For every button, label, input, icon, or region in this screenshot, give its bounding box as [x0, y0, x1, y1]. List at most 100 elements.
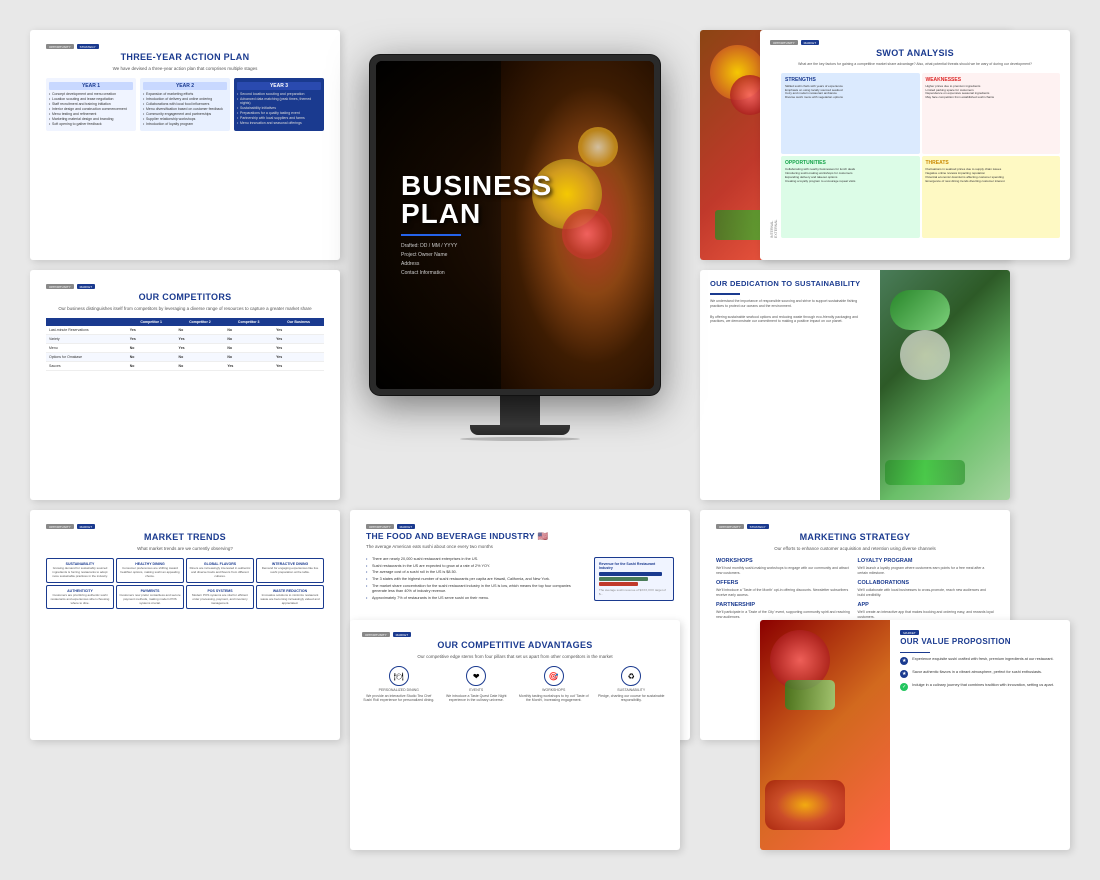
adv-label-workshops: WORKSHOPS — [542, 688, 565, 692]
industry-content: There are nearly 20,000 sushi restaurant… — [366, 557, 674, 603]
vp-item3: ✓ Indulge in a culinary journey that com… — [900, 683, 1060, 691]
marketing-text-loyalty: We'll launch a loyalty program where cus… — [858, 566, 995, 575]
row1-c2: No — [176, 326, 225, 335]
row5-us: Yes — [273, 362, 324, 371]
advantages-grid: 🍽 PERSONALIZED DINING We provide an inte… — [362, 666, 668, 702]
competitors-subtitle: Our business distinguishes itself from c… — [46, 306, 324, 312]
monitor-details: Drafted: DD / MM / YYYY Project Owner Na… — [401, 242, 552, 278]
marketing-text-workshops: We'll host monthly sushi-making workshop… — [716, 566, 853, 575]
monitor-screen-outer: BUSINESS PLAN Drafted: DD / MM / YYYY Pr… — [370, 55, 660, 395]
col-category — [46, 318, 127, 326]
adv-desc-sust: Pledge, charting our course for sustaina… — [595, 694, 669, 702]
y1-item2: Location scouting and lease negotiation — [49, 97, 133, 101]
marketing-subtitle: Our efforts to enhance customer acquisit… — [716, 546, 994, 552]
vp-title: OUR VALUE PROPOSITION — [900, 638, 1060, 647]
competitors-table: Competitor 1 Competitor 2 Competitor 3 O… — [46, 318, 324, 371]
row4-c3: No — [224, 353, 273, 362]
adv-icon-dining: 🍽 — [389, 666, 409, 686]
adv-icon-sust: ♻ — [621, 666, 641, 686]
y1-item7: Soft opening to gather feedback — [49, 122, 133, 126]
adv-desc-dining: We provide an interactive Studio Tea Che… — [362, 694, 436, 702]
marketing-title-app: APP — [858, 602, 995, 608]
y1-item3: Staff recruitment and training initiatio… — [49, 102, 133, 106]
trend-text-7: Modern POS systems are vital for efficie… — [189, 594, 251, 606]
row1-c3: No — [224, 326, 273, 335]
vp-text2: Savor authentic flavors in a vibrant atm… — [912, 670, 1042, 675]
y3-item4: Preparations for a quality tasting event — [237, 111, 321, 115]
marketing-text-collab: We'll collaborate with local businesses … — [858, 588, 995, 597]
adv-tag2: MARKET — [393, 632, 412, 637]
action-plan-grid: YEAR 1 Concept development and menu crea… — [46, 78, 324, 131]
marketing-item-collab: COLLABORATIONS We'll collaborate with lo… — [858, 580, 995, 597]
swot-opps-title: OPPORTUNITIES — [785, 160, 916, 166]
adv-desc-workshops: Monthly tasting workshops to try out 'Ta… — [517, 694, 591, 702]
monitor-title-line1: BUSINESS — [401, 172, 552, 200]
trend-global: GLOBAL FLAVORS Diners are increasingly i… — [186, 558, 254, 583]
row1-us: Yes — [273, 326, 324, 335]
tag-opportunity: OPPORTUNITY — [46, 44, 74, 49]
industry-subtitle: The average American eats sushi about on… — [366, 544, 674, 550]
swot-cells: STRENGTHS Skilled sushi chefs with years… — [781, 73, 1060, 238]
marketing-item-partner: PARTNERSHIP We'll participate in a 'Tast… — [716, 602, 853, 619]
y3-item6: Menu innovation and seasonal offerings — [237, 121, 321, 125]
adv-icon-events: ❤ — [466, 666, 486, 686]
col-c3: Competitor 3 — [224, 318, 273, 326]
revenue-box-title: Revenue for the Sushi Restaurant Industr… — [599, 562, 669, 570]
trend-text-4: Demand for engaging experiences like liv… — [259, 567, 321, 575]
monitor: BUSINESS PLAN Drafted: DD / MM / YYYY Pr… — [370, 55, 670, 475]
trends-row2: AUTHENTICITY Customers are prioritizing … — [46, 585, 324, 610]
sustainability-text2: By offering sustainable seafood options … — [710, 315, 870, 325]
marketing-text-partner: We'll participate in a 'Taste of the Cit… — [716, 610, 853, 619]
year1-col: YEAR 1 Concept development and menu crea… — [46, 78, 136, 131]
vp-tag: MARKET — [900, 630, 919, 635]
industry-stat6: Approximately 7% of restaurants in the U… — [366, 596, 584, 601]
adv-label-dining: PERSONALIZED DINING — [379, 688, 419, 692]
monitor-address: Address — [401, 260, 552, 269]
col-c2: Competitor 2 — [176, 318, 225, 326]
sustainability-text: OUR DEDICATION TO SUSTAINABILITY We unde… — [700, 270, 880, 500]
y2-item7: Introduction of loyalty program — [143, 122, 227, 126]
y3-item5: Partnership with local suppliers and far… — [237, 116, 321, 120]
vp-item2: ★ Savor authentic flavors in a vibrant a… — [900, 670, 1060, 678]
monitor-project: Project Owner Name — [401, 251, 552, 260]
adv-label-sust: SUSTAINABILITY — [617, 688, 645, 692]
y1-item1: Concept development and menu creation — [49, 92, 133, 96]
trends-row1: SUSTAINABILITY Growing demand for sustai… — [46, 558, 324, 583]
swot-threats-title: THREATS — [926, 160, 1057, 166]
sustainability-image — [880, 270, 1010, 500]
y2-item5: Community engagement and partnerships — [143, 112, 227, 116]
monitor-screen-content: BUSINESS PLAN Drafted: DD / MM / YYYY Pr… — [376, 61, 654, 389]
adv-desc-events: We introduce a Taste Quest Date Night ex… — [440, 694, 514, 702]
trend-text-5: Customers are prioritizing authentic sus… — [49, 594, 111, 606]
trends-tag-row: OPPORTUNITY MARKET — [46, 524, 324, 529]
sushi-roll-2 — [562, 209, 612, 259]
monitor-base — [470, 425, 570, 435]
monitor-neck — [500, 395, 540, 425]
marketing-title-partner: PARTNERSHIP — [716, 602, 853, 608]
industry-stat4: The 3 states with the highest number of … — [366, 577, 584, 582]
sushi-roll-3 — [578, 127, 618, 167]
row2-c1: Yes — [127, 335, 176, 344]
row1-cat: Last-minute Reservations — [46, 326, 127, 335]
marketing-title-loyalty: LOYALTY PROGRAM — [858, 558, 995, 564]
tag-strategy: STRATEGY — [77, 44, 99, 49]
marketing-title-workshops: WORKSHOPS — [716, 558, 853, 564]
y3-item3: Sustainability initiatives — [237, 106, 321, 110]
adv-sust: ♻ SUSTAINABILITY Pledge, charting our co… — [595, 666, 669, 702]
adv-dining: 🍽 PERSONALIZED DINING We provide an inte… — [362, 666, 436, 702]
col-c1: Competitor 1 — [127, 318, 176, 326]
industry-tag2: MARKET — [397, 524, 416, 529]
slide-competitive-advantages: OPPORTUNITY MARKET OUR COMPETITIVE ADVAN… — [350, 620, 680, 850]
table-row: Sauces No No Yes Yes — [46, 362, 324, 371]
swot-subtitle: What are the key factors for gaining a c… — [770, 62, 1060, 67]
year3-header: YEAR 3 — [237, 82, 321, 90]
y2-item3: Collaborations with local food influence… — [143, 102, 227, 106]
y1-item6: Marketing material design and branding — [49, 117, 133, 121]
col-us: Our Business — [273, 318, 324, 326]
row3-c2: Yes — [176, 344, 225, 353]
swot-axis-internal: INTERNAL EXTERNAL — [770, 73, 778, 238]
sust-img2 — [900, 330, 950, 380]
swot-opps-text: Collaborating with nearby businesses for… — [785, 168, 916, 184]
swot-weaknesses-text: Higher prices due to premium ingredients… — [926, 85, 1057, 101]
slide-sustainability: OUR DEDICATION TO SUSTAINABILITY We unde… — [700, 270, 1010, 500]
